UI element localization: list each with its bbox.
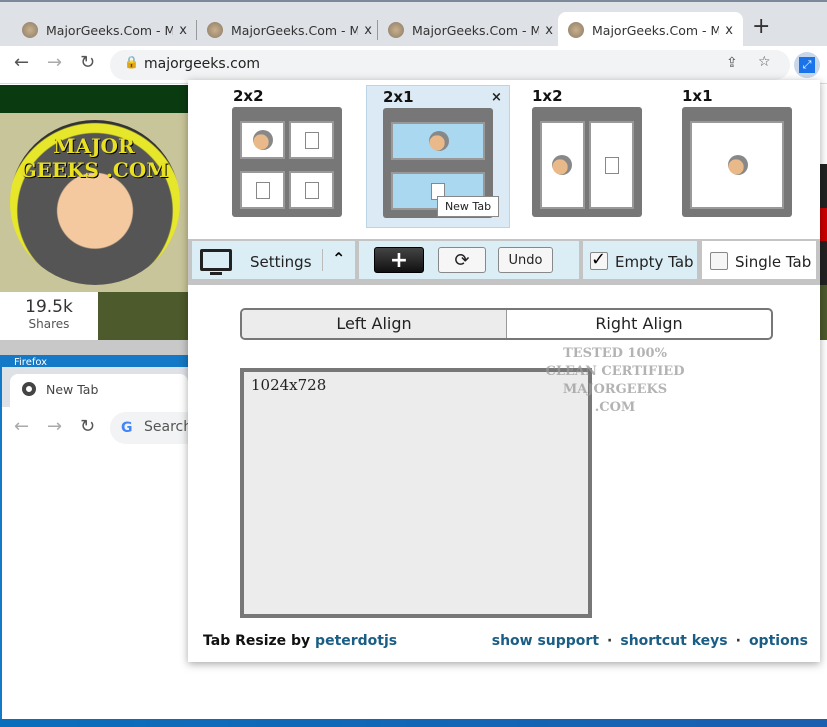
logo-text: MAJOR GEEKS .COM <box>19 134 169 182</box>
document-icon <box>256 182 270 199</box>
resize-icon: ⤢ <box>799 57 815 73</box>
layout-2x2-thumbnail <box>232 107 342 217</box>
back-icon[interactable]: ← <box>14 52 29 73</box>
close-tab-icon[interactable]: x <box>364 23 372 38</box>
settings-bar: Settings ⌃ + ⟳ Undo ✓ Empty Tab Single T… <box>188 239 820 285</box>
right-align-button[interactable]: Right Align <box>507 310 771 338</box>
browser-tab-active[interactable]: MajorGeeks.Com - Mx <box>558 12 743 48</box>
tab-resize-extension-button[interactable]: ⤢ <box>794 52 820 78</box>
share-icon[interactable]: ⇪ <box>726 55 738 71</box>
close-tab-icon[interactable]: x <box>179 23 187 38</box>
actions-group: + ⟳ Undo <box>359 241 579 279</box>
second-window-tab[interactable]: New Tab <box>10 374 188 407</box>
shortcut-keys-link[interactable]: shortcut keys <box>620 633 727 649</box>
empty-tab-option[interactable]: ✓ Empty Tab <box>583 241 697 279</box>
firefox-taskbar-label: Firefox <box>0 355 188 367</box>
majorgeeks-face-icon <box>552 155 572 175</box>
close-tab-icon[interactable]: x <box>545 23 553 38</box>
resolution-preview: 1024x728 <box>240 368 592 618</box>
align-toggle: Left Align Right Align <box>240 308 773 340</box>
settings-toggle[interactable]: Settings ⌃ <box>192 241 355 279</box>
layout-1x2[interactable]: 1x2 <box>518 85 662 228</box>
layout-1x1-thumbnail <box>682 107 792 217</box>
browser-tab[interactable]: MajorGeeks.Com - Mx <box>378 12 563 48</box>
forward-icon[interactable]: → <box>47 416 62 437</box>
author-link[interactable]: peterdotjs <box>315 633 397 649</box>
left-align-button[interactable]: Left Align <box>242 310 507 338</box>
monitor-icon <box>200 249 232 271</box>
majorgeeks-face-icon <box>429 131 449 151</box>
layout-1x1[interactable]: 1x1 <box>668 85 812 228</box>
favicon-icon <box>568 22 584 38</box>
majorgeeks-face-icon <box>253 130 273 150</box>
close-icon[interactable]: × <box>491 90 502 105</box>
back-icon[interactable]: ← <box>14 416 29 437</box>
majorgeeks-certified-watermark: TESTED 100% CLEAN CERTIFIED MAJORGEEKS .… <box>545 346 685 415</box>
page-panel <box>98 292 188 340</box>
browser-tab[interactable]: MajorGeeks.Com - Mx <box>197 12 382 48</box>
add-layout-button[interactable]: + <box>374 247 424 273</box>
reload-icon[interactable]: ↻ <box>80 416 95 437</box>
horizontal-scrollbar[interactable] <box>0 340 188 355</box>
empty-tab-checkbox[interactable]: ✓ <box>590 251 608 270</box>
single-tab-checkbox[interactable] <box>710 252 728 270</box>
forward-icon[interactable]: → <box>47 52 62 73</box>
favicon-icon <box>22 22 38 38</box>
browser-tab[interactable]: MajorGeeks.Com - Mx <box>12 12 197 48</box>
bookmark-star-icon[interactable]: ☆ <box>758 54 771 70</box>
close-tab-icon[interactable]: x <box>725 23 733 38</box>
google-icon: G <box>121 420 133 436</box>
document-icon <box>305 182 319 199</box>
shares-counter: 19.5k Shares <box>0 292 98 340</box>
tab-strip: MajorGeeks.Com - Mx MajorGeeks.Com - Mx … <box>0 0 827 48</box>
popup-footer: Tab Resize by peterdotjs show support · sh… <box>203 633 808 649</box>
show-support-link[interactable]: show support <box>492 633 599 649</box>
document-icon <box>305 132 319 149</box>
refresh-button[interactable]: ⟳ <box>438 247 486 273</box>
favicon-icon <box>388 22 404 38</box>
chevron-up-icon[interactable]: ⌃ <box>332 249 345 268</box>
single-tab-option[interactable]: Single Tab <box>702 241 816 279</box>
layout-1x2-thumbnail <box>532 107 642 217</box>
new-tab-button[interactable]: + <box>752 14 770 39</box>
tab-resize-popup: 2x2 2x1 × New Tab 1x2 1x1 Settings ⌃ + ⟳… <box>188 80 820 662</box>
taskbar <box>0 719 827 727</box>
options-link[interactable]: options <box>749 633 808 649</box>
lock-icon: 🔒 <box>124 55 139 69</box>
favicon-icon <box>207 22 223 38</box>
tooltip: New Tab <box>437 196 499 217</box>
layout-2x2[interactable]: 2x2 <box>218 85 362 228</box>
majorgeeks-face-icon <box>728 155 748 175</box>
address-bar[interactable]: 🔒 majorgeeks.com ⇪ ☆ <box>110 50 790 80</box>
reload-icon[interactable]: ↻ <box>80 52 95 73</box>
chrome-icon <box>22 382 36 396</box>
page-header-band <box>0 85 188 113</box>
document-icon <box>605 157 619 174</box>
undo-button[interactable]: Undo <box>498 247 553 273</box>
